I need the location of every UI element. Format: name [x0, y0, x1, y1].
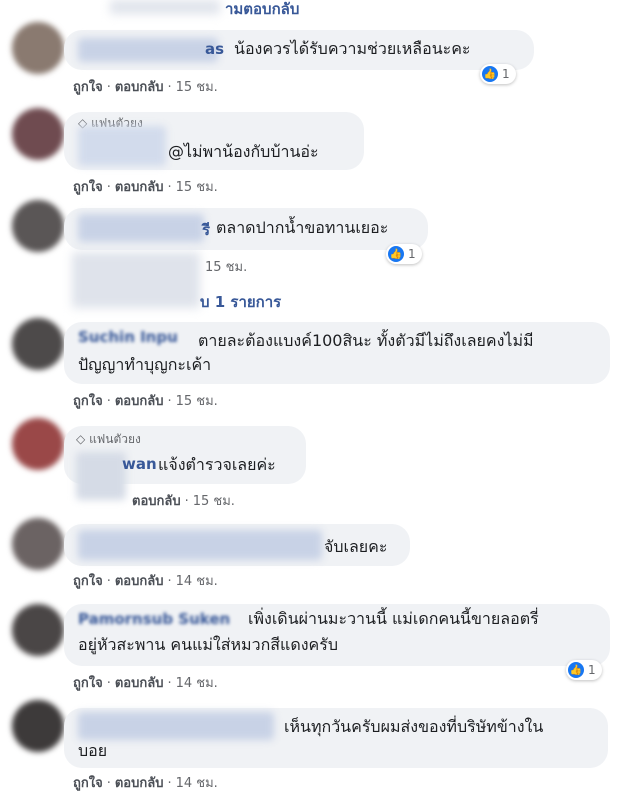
comment-text-line1: เห็นทุกวันครับผมส่งของที่บริษัทข้างใน [284, 717, 544, 736]
timestamp[interactable]: 15 ชม. [193, 494, 235, 509]
commenter-name[interactable]: Pamornsub Suken [78, 610, 230, 628]
thumbs-up-icon: 👍 [482, 66, 498, 82]
blurred-name [78, 38, 218, 62]
avatar[interactable] [12, 418, 64, 470]
comment-text: จับเลยคะ [324, 537, 388, 556]
timestamp[interactable]: 15 ชม. [176, 180, 218, 195]
reaction-number: 1 [588, 663, 596, 677]
like-link[interactable]: ถูกใจ [73, 676, 103, 691]
comment-text-line1: เพิ่งเดินผ่านมะวานนี้ แม่เดกคนนี้ขายลอตร… [248, 609, 539, 628]
separator: · [167, 80, 172, 95]
comment-actions: ถูกใจ · ตอบกลับ · 14 ชม. [73, 772, 218, 793]
blurred-name [76, 452, 126, 500]
comment-actions: ถูกใจ · ตอบกลับ · 15 ชม. [73, 76, 218, 97]
separator: · [106, 676, 111, 691]
separator: · [167, 776, 172, 791]
separator: · [106, 776, 111, 791]
comment-actions: ถูกใจ · ตอบกลับ · 15 ชม. [73, 390, 218, 411]
avatar[interactable] [12, 318, 64, 370]
avatar[interactable] [12, 22, 64, 74]
reaction-count[interactable]: 👍 1 [480, 64, 516, 84]
comment-text: น้องควรได้รับความช่วยเหลือนะคะ [234, 39, 471, 58]
avatar[interactable] [12, 700, 64, 752]
view-replies-link[interactable]: บ 1 รายการ [200, 290, 281, 314]
comment-text-line1: ตายละต้องแบงค์100สินะ ทั้งตัวมีไม่ถึงเลย… [198, 331, 534, 350]
separator: · [167, 676, 172, 691]
reaction-count[interactable]: 👍 1 [386, 244, 422, 264]
separator: · [167, 574, 172, 589]
comment-actions: ถูกใจ · ตอบกลับ · 14 ชม. [73, 570, 218, 591]
comment-text-line2: อยู่หัวสะพาน คนแม่ใส่หมวกสีแดงครับ [78, 635, 339, 654]
reaction-number: 1 [408, 247, 416, 261]
separator: · [106, 574, 111, 589]
separator: · [106, 180, 111, 195]
comment-actions: 15 ชม. [205, 256, 247, 277]
reply-link[interactable]: ตอบกลับ [115, 80, 164, 95]
timestamp[interactable]: 15 ชม. [176, 394, 218, 409]
reaction-count[interactable]: 👍 1 [566, 660, 602, 680]
comment-actions: ตอบกลับ · 15 ชม. [132, 490, 235, 511]
separator: · [167, 180, 172, 195]
like-link[interactable]: ถูกใจ [73, 776, 103, 791]
blurred-name [78, 214, 204, 242]
separator: · [167, 394, 172, 409]
blurred-name [110, 0, 220, 14]
reaction-number: 1 [502, 67, 510, 81]
reply-link[interactable]: ตอบกลับ [115, 574, 164, 589]
timestamp[interactable]: 14 ชม. [176, 676, 218, 691]
fan-badge-label: แฟนตัวยง [89, 432, 141, 446]
comment-text-line2: ปัญญาทำบุญกะเค้า [78, 355, 212, 374]
timestamp[interactable]: 15 ชม. [205, 260, 247, 275]
blurred-name [78, 126, 166, 166]
comment-text: แจ้งตำรวจเลยค่ะ [158, 455, 276, 474]
avatar[interactable] [12, 518, 64, 570]
commenter-name[interactable]: รี [202, 218, 210, 242]
like-link[interactable]: ถูกใจ [73, 394, 103, 409]
like-link[interactable]: ถูกใจ [73, 574, 103, 589]
comment-actions: ถูกใจ · ตอบกลับ · 14 ชม. [73, 672, 218, 693]
blurred-name [78, 712, 274, 740]
blurred-area [72, 252, 200, 308]
comment-text: @ไม่พาน้องกับบ้านอ่ะ [168, 142, 319, 161]
thumbs-up-icon: 👍 [568, 662, 584, 678]
comment-text: ตลาดปากน้ำขอทานเยอะ [216, 218, 389, 237]
fan-badge: ◇ แฟนตัวยง [76, 430, 141, 449]
thumbs-up-icon: 👍 [388, 246, 404, 262]
commenter-name[interactable]: Suchin Inpu [78, 328, 178, 346]
commenter-name[interactable]: wan [122, 455, 157, 473]
like-link[interactable]: ถูกใจ [73, 180, 103, 195]
separator: · [184, 494, 189, 509]
timestamp[interactable]: 15 ชม. [176, 80, 218, 95]
reply-link[interactable]: ตอบกลับ [115, 676, 164, 691]
reply-link[interactable]: ตอบกลับ [115, 394, 164, 409]
timestamp[interactable]: 14 ชม. [176, 574, 218, 589]
avatar[interactable] [12, 604, 64, 656]
separator: · [106, 80, 111, 95]
avatar[interactable] [12, 200, 64, 252]
like-link[interactable]: ถูกใจ [73, 80, 103, 95]
avatar[interactable] [12, 108, 64, 160]
comment-actions: ถูกใจ · ตอบกลับ · 15 ชม. [73, 176, 218, 197]
reply-link[interactable]: ตอบกลับ [132, 494, 181, 509]
diamond-icon: ◇ [76, 432, 86, 446]
comment-text-line2: บอย [78, 741, 108, 760]
separator: · [106, 394, 111, 409]
blurred-name [78, 530, 322, 560]
partial-reply-link[interactable]: ามตอบกลับ [225, 0, 299, 20]
reply-link[interactable]: ตอบกลับ [115, 180, 164, 195]
timestamp[interactable]: 14 ชม. [176, 776, 218, 791]
reply-link[interactable]: ตอบกลับ [115, 776, 164, 791]
commenter-name[interactable]: as [205, 40, 224, 58]
